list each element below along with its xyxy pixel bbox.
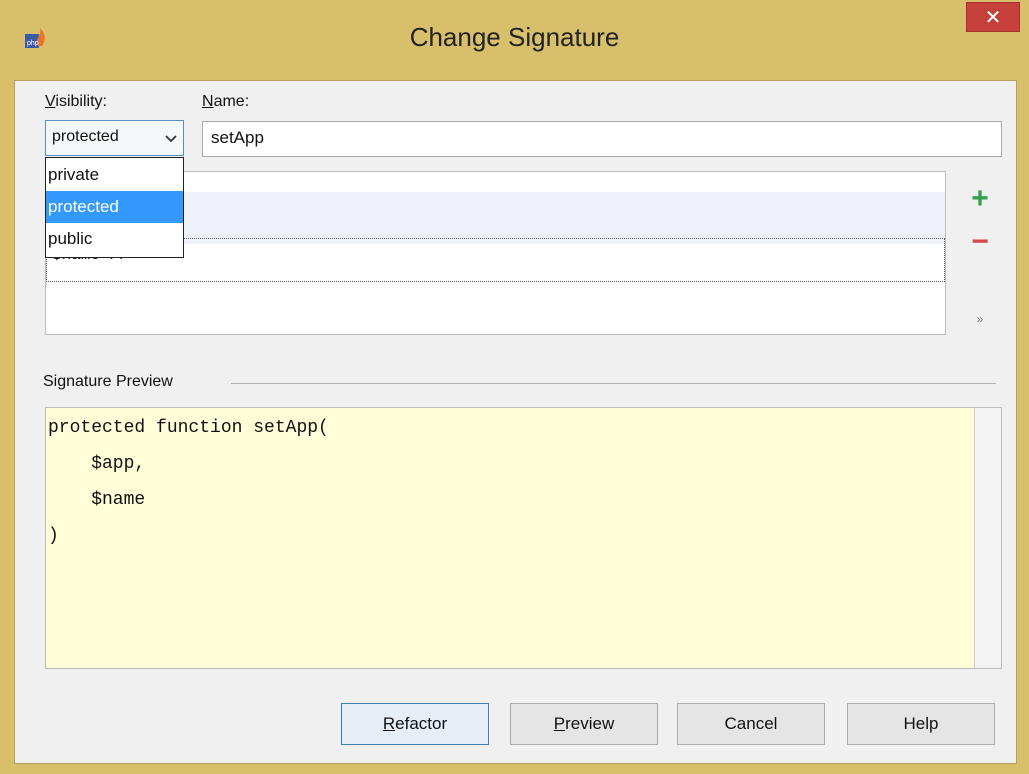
signature-preview-box: protected function setApp( $app, $name ) (45, 407, 1002, 669)
name-label: Name: (202, 93, 250, 110)
chevron-down-icon (165, 135, 177, 143)
close-button[interactable]: ✕ (966, 2, 1020, 32)
visibility-label: Visibility: (45, 93, 107, 110)
preview-line: protected function setApp( (48, 418, 329, 438)
minus-icon[interactable]: − (965, 227, 995, 257)
section-divider (231, 383, 996, 384)
dialog-body: Visibility: Name: protected setApp $name… (14, 80, 1017, 764)
dropdown-option-private[interactable]: private (46, 159, 183, 191)
plus-icon[interactable]: + (965, 184, 995, 214)
preview-line: $app, (48, 454, 146, 474)
preview-line: $name (48, 490, 146, 510)
cancel-button[interactable]: Cancel (677, 703, 825, 745)
dropdown-option-protected[interactable]: protected (46, 191, 183, 223)
visibility-dropdown-list[interactable]: private protected public (45, 157, 184, 258)
name-field[interactable]: setApp (202, 121, 1002, 157)
signature-preview-title: Signature Preview (43, 373, 173, 390)
chevron-double-right-icon[interactable]: » (965, 304, 995, 334)
preview-scrollbar[interactable] (974, 408, 1001, 668)
visibility-select[interactable]: protected (45, 120, 184, 156)
help-button[interactable]: Help (847, 703, 995, 745)
refactor-button[interactable]: Refactor (341, 703, 489, 745)
preview-line: ) (48, 526, 59, 546)
visibility-select-value: protected (52, 128, 119, 145)
window-title: Change Signature (409, 22, 620, 52)
title-bar[interactable]: php Change Signature ✕ (0, 0, 1029, 80)
dropdown-option-public[interactable]: public (46, 223, 183, 255)
preview-button[interactable]: Preview (510, 703, 658, 745)
dialog-window: php Change Signature ✕ Visibility: Name:… (0, 0, 1029, 774)
